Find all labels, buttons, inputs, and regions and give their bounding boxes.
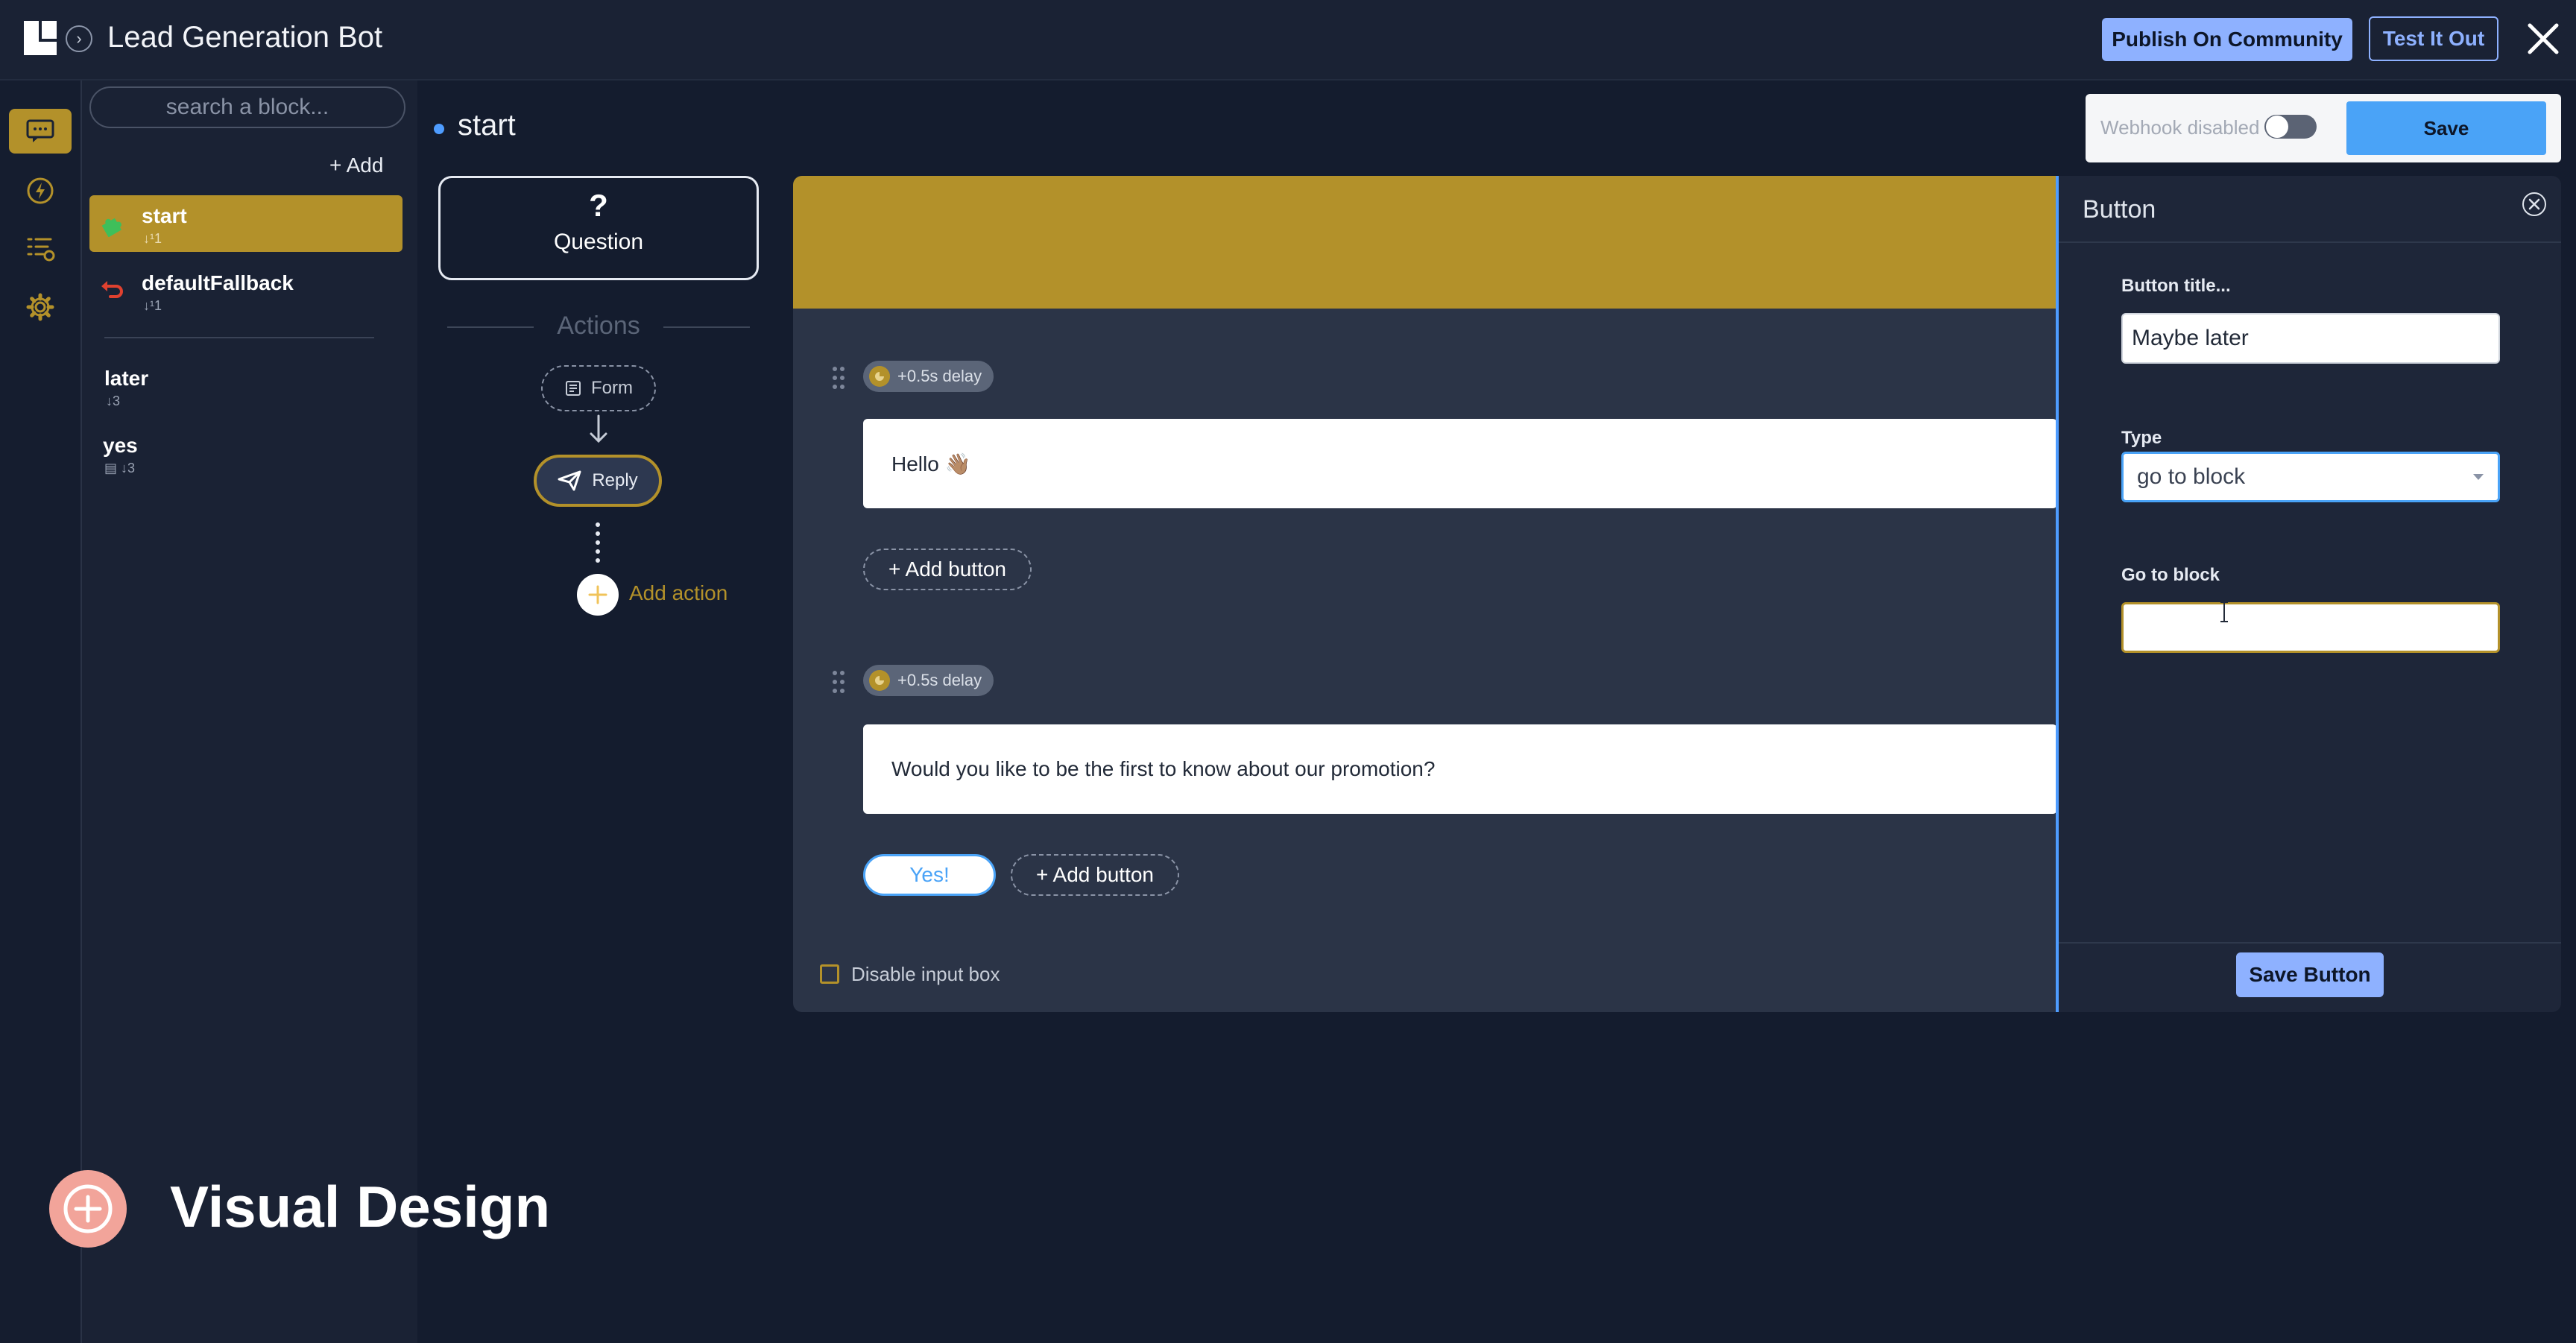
block-item-label: start (142, 204, 187, 227)
button-settings-panel (2056, 176, 2561, 1012)
app-title: Lead Generation Bot (107, 21, 383, 54)
send-icon (558, 470, 581, 491)
rail-chat[interactable] (9, 109, 72, 154)
button-title-label: Button title... (2121, 276, 2231, 296)
editor-header (793, 176, 2057, 309)
icon-rail (0, 80, 82, 1343)
connector-dots (595, 522, 601, 565)
reply-action-chip[interactable]: Reply (534, 455, 662, 507)
block-item-start[interactable]: start ↓¹1 (89, 195, 402, 252)
gear-icon (26, 293, 54, 321)
question-label: Question (553, 230, 644, 254)
text-cursor-icon (2218, 601, 2230, 623)
rail-integrations[interactable] (9, 168, 72, 213)
save-button[interactable]: Save (2346, 101, 2546, 155)
test-it-out-button[interactable]: Test It Out (2369, 16, 2498, 61)
add-button-button[interactable]: + Add button (863, 549, 1032, 590)
rail-list[interactable] (9, 227, 72, 271)
form-action-label: Form (591, 378, 633, 398)
button-panel-title: Button (2083, 195, 2156, 224)
add-action-button[interactable] (577, 574, 619, 616)
go-to-block-input[interactable] (2121, 602, 2500, 653)
close-icon[interactable] (2525, 21, 2561, 57)
close-icon[interactable] (2521, 191, 2548, 218)
drag-handle-icon[interactable] (830, 669, 847, 695)
block-item-later[interactable]: later ↓3 (52, 358, 365, 414)
block-item-meta: ▤ ↓3 (104, 461, 136, 475)
block-item-yes[interactable]: yes ▤ ↓3 (51, 425, 364, 481)
chevron-down-icon (2472, 473, 2485, 481)
arrow-down-icon (587, 413, 610, 446)
reply-action-label: Reply (592, 470, 638, 490)
lightning-icon (26, 177, 54, 205)
plus-icon (587, 584, 609, 606)
app-logo-icon[interactable] (22, 19, 58, 57)
chat-icon (25, 118, 55, 144)
clock-icon (869, 366, 890, 387)
undo-icon (98, 277, 125, 304)
disable-input-label: Disable input box (851, 963, 1000, 985)
puzzle-icon (98, 210, 125, 237)
block-item-label: later (104, 367, 149, 390)
visual-design-caption: Visual Design (170, 1174, 551, 1239)
panel-divider (2059, 942, 2561, 944)
add-button-button[interactable]: + Add button (1011, 854, 1179, 896)
block-title: start (458, 109, 516, 142)
block-status-dot (434, 124, 444, 134)
actions-divider-left (447, 326, 534, 328)
drag-handle-icon[interactable] (830, 365, 847, 391)
actions-divider-right (663, 326, 750, 328)
message-bubble[interactable]: Would you like to be the first to know a… (863, 724, 2057, 814)
sidebar-divider (104, 337, 374, 338)
form-icon (564, 379, 582, 397)
button-title-input[interactable] (2121, 313, 2500, 364)
panel-divider (2059, 241, 2561, 243)
block-item-meta: ↓¹1 (143, 231, 162, 246)
webhook-toggle[interactable] (2264, 115, 2317, 139)
block-item-label: yes (103, 434, 138, 457)
delay-badge[interactable]: +0.5s delay (863, 665, 994, 696)
block-item-defaultfallback[interactable]: defaultFallback ↓¹1 (89, 262, 402, 319)
list-icon (25, 235, 55, 263)
form-action-chip[interactable]: Form (541, 365, 656, 411)
publish-on-community-button[interactable]: Publish On Community (2102, 18, 2352, 61)
save-button-button[interactable]: Save Button (2236, 952, 2384, 997)
type-label: Type (2121, 428, 2162, 448)
block-item-meta: ↓¹1 (143, 298, 162, 313)
add-block-button[interactable]: + Add (329, 154, 383, 177)
add-circle-icon (49, 1170, 127, 1248)
disable-input-checkbox[interactable] (820, 964, 839, 984)
rail-settings[interactable] (9, 285, 72, 329)
block-item-label: defaultFallback (142, 271, 294, 294)
block-search-input[interactable] (89, 86, 405, 128)
block-item-meta: ↓3 (106, 394, 121, 408)
type-select[interactable]: go to block (2121, 452, 2500, 502)
message-bubble[interactable]: Hello 👋🏽 (863, 419, 2057, 508)
expand-chevron-icon[interactable]: › (66, 25, 92, 52)
actions-heading: Actions (557, 312, 640, 340)
go-to-block-label: Go to block (2121, 565, 2220, 585)
add-action-label[interactable]: Add action (629, 581, 727, 605)
question-mark-icon: ? (589, 188, 608, 223)
webhook-status-label: Webhook disabled (2100, 116, 2260, 139)
quick-reply-button[interactable]: Yes! (863, 854, 996, 896)
delay-label: +0.5s delay (897, 671, 982, 689)
clock-icon (869, 670, 890, 691)
delay-badge[interactable]: +0.5s delay (863, 361, 994, 392)
delay-label: +0.5s delay (897, 367, 982, 385)
